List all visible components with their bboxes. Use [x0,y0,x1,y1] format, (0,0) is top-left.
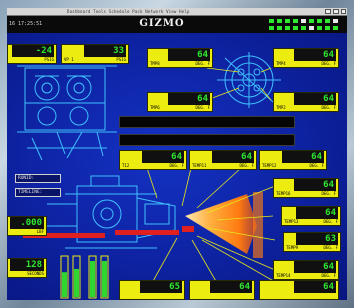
gauge-value: 64 [296,207,338,219]
gauge-value: 33 [84,45,126,57]
gauge-label: TMP2 [276,105,286,110]
gauge-value: 64 [210,281,252,293]
gear-assembly [217,52,281,108]
gauge-tmp6: 64 TMP6 DEG. F [147,92,213,112]
level-meters [60,255,109,299]
gauge-bottom-1: 65 [119,280,185,300]
gauge-unit: DEG. F [195,61,210,66]
gauge-value: 64 [168,49,210,61]
gauge-value: 64 [294,93,336,105]
gauge-unit: DEG. F [309,163,324,168]
gauge-tmp4: 64 TMP4 DEG. F [273,48,339,68]
gauge-tmp2: 64 TMP2 DEG. F [273,92,339,112]
gauge-label: VP 1 [64,57,74,62]
spray-plume [185,194,257,254]
gauge-t12: 64 T12 DEG. F [119,150,187,170]
status-bar-1 [119,116,295,128]
gauge-vp1: 33 VP 1 PSIG [61,44,129,64]
gauge-temp9: 63 TEMP9 DEG. F [283,232,341,252]
gauge-temp12: 64 TEMP12 DEG. F [259,150,327,170]
gauge-value: .000 [10,217,44,229]
gauge-unit: PSIG [116,57,126,62]
gauge-value: 64 [294,261,336,273]
gauge-tmp8: 64 TMP8 DEG. F [147,48,213,68]
gauge-temp14: 64 TEMP14 DEG. F [273,260,339,280]
gauge-value: 64 [142,151,184,163]
level-fill [62,272,67,297]
gauge-label: TEMP12 [262,163,277,168]
level-fill [102,261,107,297]
spray-target [253,192,263,258]
gauge-value: 64 [282,151,324,163]
gauge-value: 64 [294,49,336,61]
control-screen: Dashboard Tools Schedule Pack Network Vi… [7,8,347,300]
gauge-label: TMP8 [150,61,160,66]
runid-field[interactable]: RUNID: [15,174,61,183]
gauge-unit: LBF [36,229,44,234]
roller-assembly [17,65,117,161]
gauge-temp16: 64 TEMP16 DEG. F [273,178,339,198]
gauge-value: 63 [296,233,338,245]
gauge-value: -24 [12,45,54,57]
gauge-time: 128 SECONDS [7,258,47,278]
level-fill [90,261,95,297]
gauge-unit: DEG. F [195,105,210,110]
gauge-unit: DEG. F [321,61,336,66]
timeline-field[interactable]: TIMELINE: [15,188,61,197]
gauge-value: 64 [294,179,336,191]
gauge-label: TEMP16 [276,191,291,196]
gauge-label: TEMP13 [284,219,299,224]
gauge-value: 128 [10,259,44,271]
gauge-unit: DEG. F [321,273,336,278]
status-bar-2 [119,134,295,146]
gauge-value: 64 [294,281,336,293]
gauge-unit: SECONDS [27,271,44,276]
gauge-label: TEMP14 [276,273,291,278]
gauge-value: 65 [140,281,182,293]
gauge-unit: DEG. F [321,105,336,110]
gauge-unit: DEG. F [321,191,336,196]
gauge-temp11: 64 TEMP11 DEG. F [189,150,257,170]
gauge-unit: DEG. F [239,163,254,168]
gauge-unit: PSIG [44,57,54,62]
gauge-unit: DEG. F [323,245,338,250]
gauge-label: T12 [122,163,130,168]
gauge-label: TMP6 [150,105,160,110]
gauge-bottom-3: 64 [259,280,339,300]
gauge-unit: DEG. F [323,219,338,224]
gauge-label: TMP4 [276,61,286,66]
gauge-temp13: 64 TEMP13 DEG. F [281,206,341,226]
gauge-value: 64 [168,93,210,105]
gauge-value: 64 [212,151,254,163]
level-fill [74,269,79,297]
gauge-pressure-1: -24 PSIG [7,44,57,64]
gauge-unit: DEG. F [169,163,184,168]
gauge-label: TEMP9 [286,245,299,250]
gauge-label: TEMP11 [192,163,207,168]
gauge-bottom-2: 64 [189,280,255,300]
gauge-force: .000 LBF [7,216,47,236]
